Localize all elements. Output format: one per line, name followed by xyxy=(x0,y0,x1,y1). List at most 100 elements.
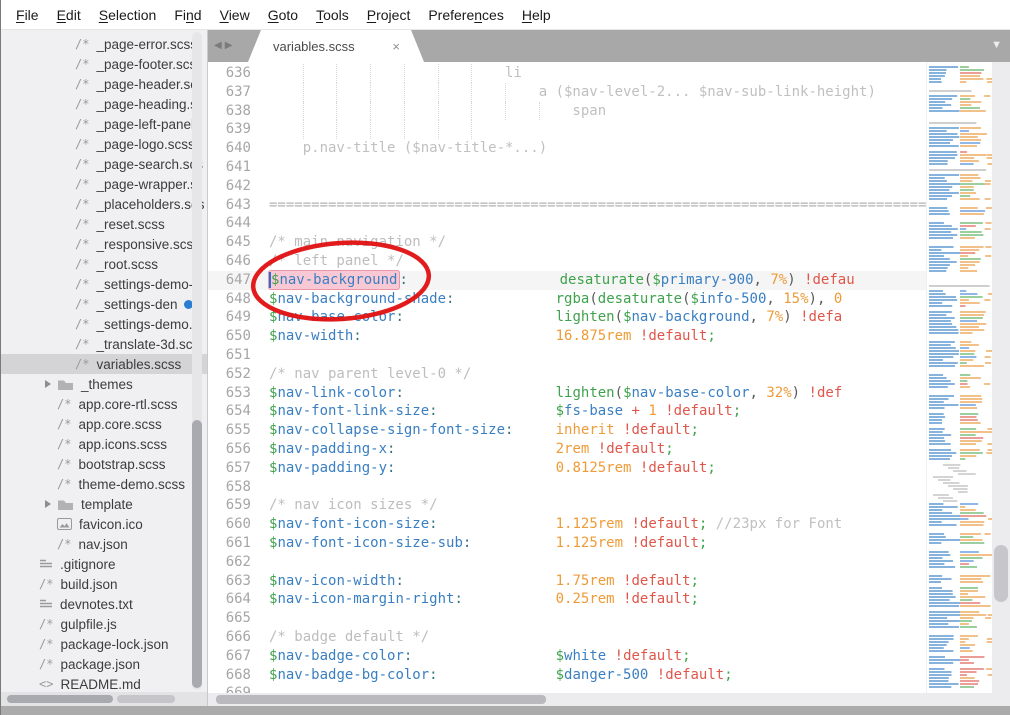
code-line-662[interactable]: 662 xyxy=(208,553,1010,572)
sidebar-item-app-icons-scss[interactable]: /*app.icons.scss xyxy=(1,434,207,454)
sidebar-hscroll-thumb[interactable] xyxy=(7,695,113,703)
sidebar-item-favicon-ico[interactable]: favicon.ico xyxy=(1,514,207,534)
code-line-637[interactable]: 637 a ($nav-level-2... $nav-sub-link-hei… xyxy=(208,83,1010,102)
sidebar-item-build-json[interactable]: /*build.json xyxy=(1,574,207,594)
code-line-667[interactable]: 667$nav-badge-color: $white !default; xyxy=(208,647,1010,666)
sidebar-item-bootstrap-scss[interactable]: /*bootstrap.scss xyxy=(1,454,207,474)
code-line-647[interactable]: 647$nav-background: desaturate($primary-… xyxy=(208,271,1010,290)
sidebar-item-app-core-rtl-scss[interactable]: /*app.core-rtl.scss xyxy=(1,394,207,414)
code-line-652[interactable]: 652/* nav parent level-0 */ xyxy=(208,365,1010,384)
code-line-636[interactable]: 636 li xyxy=(208,64,1010,83)
sidebar-item--root-scss[interactable]: /*_root.scss xyxy=(1,254,207,274)
code-line-639[interactable]: 639 xyxy=(208,120,1010,139)
sidebar-vertical-scrollbar[interactable] xyxy=(192,32,202,690)
sidebar-item--translate-3d-scs[interactable]: /*_translate-3d.scs xyxy=(1,334,207,354)
code-line-661[interactable]: 661$nav-font-icon-size-sub: 1.125rem !de… xyxy=(208,534,1010,553)
code-line-648[interactable]: 648$nav-background-shade: rgba(desaturat… xyxy=(208,290,1010,309)
code-line-642[interactable]: 642 xyxy=(208,177,1010,196)
tab-scroll-right-icon[interactable]: ▶ xyxy=(225,40,233,52)
sidebar-item--settings-demo-s[interactable]: /*_settings-demo.s xyxy=(1,314,207,334)
sidebar-item--page-footer-scs[interactable]: /*_page-footer.scs xyxy=(1,54,207,74)
sidebar-item-template[interactable]: template xyxy=(1,494,207,514)
code-line-657[interactable]: 657$nav-padding-y: 0.8125rem !default; xyxy=(208,459,1010,478)
menu-item-find[interactable]: Find xyxy=(165,3,210,27)
editor-vscroll-thumb[interactable] xyxy=(994,545,1008,602)
sidebar-item-app-core-scss[interactable]: /*app.core.scss xyxy=(1,414,207,434)
sidebar-item-theme-demo-scss[interactable]: /*theme-demo.scss xyxy=(1,474,207,494)
code-line-660[interactable]: 660$nav-font-icon-size: 1.125rem !defaul… xyxy=(208,515,1010,534)
code-line-650[interactable]: 650$nav-width: 16.875rem !default; xyxy=(208,327,1010,346)
minimap[interactable] xyxy=(926,62,992,693)
sidebar-item-devnotes-txt[interactable]: devnotes.txt xyxy=(1,594,207,614)
code-line-665[interactable]: 665 xyxy=(208,609,1010,628)
scss-file-icon: /* xyxy=(57,397,71,411)
code-line-664[interactable]: 664$nav-icon-margin-right: 0.25rem !defa… xyxy=(208,590,1010,609)
code-line-669[interactable]: 669 xyxy=(208,684,1010,693)
file-label: devnotes.txt xyxy=(60,597,133,612)
code-line-655[interactable]: 655$nav-collapse-sign-font-size: inherit… xyxy=(208,421,1010,440)
sidebar-item-readme-md[interactable]: <>README.md xyxy=(1,674,207,694)
sidebar-item--settings-demo-i[interactable]: /*_settings-demo-i xyxy=(1,274,207,294)
menu-item-project[interactable]: Project xyxy=(358,3,420,27)
sidebar-item--reset-scss[interactable]: /*_reset.scss xyxy=(1,214,207,234)
sidebar-item-gulpfile-js[interactable]: /*gulpfile.js xyxy=(1,614,207,634)
sidebar-item--placeholders-scs[interactable]: /*_placeholders.scs xyxy=(1,194,207,214)
tab-overflow-icon[interactable]: ▼ xyxy=(991,39,1002,51)
menu-item-edit[interactable]: Edit xyxy=(48,3,90,27)
code-line-645[interactable]: 645/* main navigation */ xyxy=(208,233,1010,252)
sidebar-item--themes[interactable]: _themes xyxy=(1,374,207,394)
code-line-659[interactable]: 659/* nav icon sizes */ xyxy=(208,496,1010,515)
tab-scroll-left-icon[interactable]: ◀ xyxy=(214,40,222,52)
code-line-644[interactable]: 644 xyxy=(208,214,1010,233)
sidebar-item--settings-den[interactable]: /*_settings-den xyxy=(1,294,207,314)
sidebar-item--responsive-scss[interactable]: /*_responsive.scss xyxy=(1,234,207,254)
sidebar-item--page-search-scs[interactable]: /*_page-search.scs xyxy=(1,154,207,174)
code-area[interactable]: 636 li637 a ($nav-level-2... $nav-sub-li… xyxy=(208,62,1010,693)
menu-item-selection[interactable]: Selection xyxy=(90,3,166,27)
sidebar-item--page-wrapper-s[interactable]: /*_page-wrapper.s xyxy=(1,174,207,194)
sidebar-file-tree[interactable]: /*_page-error.scss/*_page-footer.scs/*_p… xyxy=(1,30,208,706)
menu-item-tools[interactable]: Tools xyxy=(307,3,358,27)
sidebar-vscroll-thumb[interactable] xyxy=(192,420,202,688)
sidebar-item--page-header-sc[interactable]: /*_page-header.sc xyxy=(1,74,207,94)
menu-item-view[interactable]: View xyxy=(211,3,259,27)
file-label: _settings-den xyxy=(96,297,177,312)
code-line-640[interactable]: 640 p.nav-title ($nav-title-*...) xyxy=(208,139,1010,158)
sidebar-horizontal-scrollbar[interactable] xyxy=(1,692,207,706)
line-number: 654 xyxy=(208,402,251,421)
sidebar-item--page-heading-s[interactable]: /*_page-heading.s xyxy=(1,94,207,114)
code-line-654[interactable]: 654$nav-font-link-size: $fs-base + 1 !de… xyxy=(208,402,1010,421)
tab-close-icon[interactable]: × xyxy=(392,39,400,54)
disclosure-arrow-icon[interactable] xyxy=(45,380,51,388)
menu-item-help[interactable]: Help xyxy=(513,3,560,27)
code-line-641[interactable]: 641 xyxy=(208,158,1010,177)
sidebar-item--page-logo-scss[interactable]: /*_page-logo.scss xyxy=(1,134,207,154)
code-line-649[interactable]: 649$nav-base-color: lighten($nav-backgro… xyxy=(208,308,1010,327)
code-line-666[interactable]: 666/* badge default */ xyxy=(208,628,1010,647)
menu-item-file[interactable]: File xyxy=(7,3,48,27)
menu-item-goto[interactable]: Goto xyxy=(259,3,307,27)
sidebar-item-package-json[interactable]: /*package.json xyxy=(1,654,207,674)
code-line-643[interactable]: 643=====================================… xyxy=(208,196,1010,215)
disclosure-arrow-icon[interactable] xyxy=(45,500,51,508)
code-line-658[interactable]: 658 xyxy=(208,478,1010,497)
editor-vertical-scrollbar[interactable] xyxy=(992,62,1010,693)
sidebar-item--page-error-scss[interactable]: /*_page-error.scss xyxy=(1,34,207,54)
editor-hscroll-thumb[interactable] xyxy=(216,695,546,704)
editor-horizontal-scrollbar[interactable] xyxy=(208,693,1010,706)
code-line-656[interactable]: 656$nav-padding-x: 2rem !default; xyxy=(208,440,1010,459)
sidebar-item--gitignore[interactable]: .gitignore xyxy=(1,554,207,574)
code-line-651[interactable]: 651 xyxy=(208,346,1010,365)
code-line-668[interactable]: 668$nav-badge-bg-color: $danger-500 !def… xyxy=(208,666,1010,685)
sidebar-item-variables-scss[interactable]: /*variables.scss xyxy=(1,354,207,374)
sidebar-item--page-left-panel[interactable]: /*_page-left-panel xyxy=(1,114,207,134)
code-line-638[interactable]: 638 span xyxy=(208,102,1010,121)
code-line-646[interactable]: 646/* left panel */ xyxy=(208,252,1010,271)
sidebar-item-nav-json[interactable]: /*nav.json xyxy=(1,534,207,554)
tab-variables-scss[interactable]: variables.scss × xyxy=(248,30,424,62)
code-line-653[interactable]: 653$nav-link-color: lighten($nav-base-co… xyxy=(208,384,1010,403)
sidebar-item-package-lock-json[interactable]: /*package-lock.json xyxy=(1,634,207,654)
menu-item-preferences[interactable]: Preferences xyxy=(419,3,513,27)
code-line-663[interactable]: 663$nav-icon-width: 1.75rem !default; xyxy=(208,572,1010,591)
indent-guide xyxy=(370,102,371,121)
